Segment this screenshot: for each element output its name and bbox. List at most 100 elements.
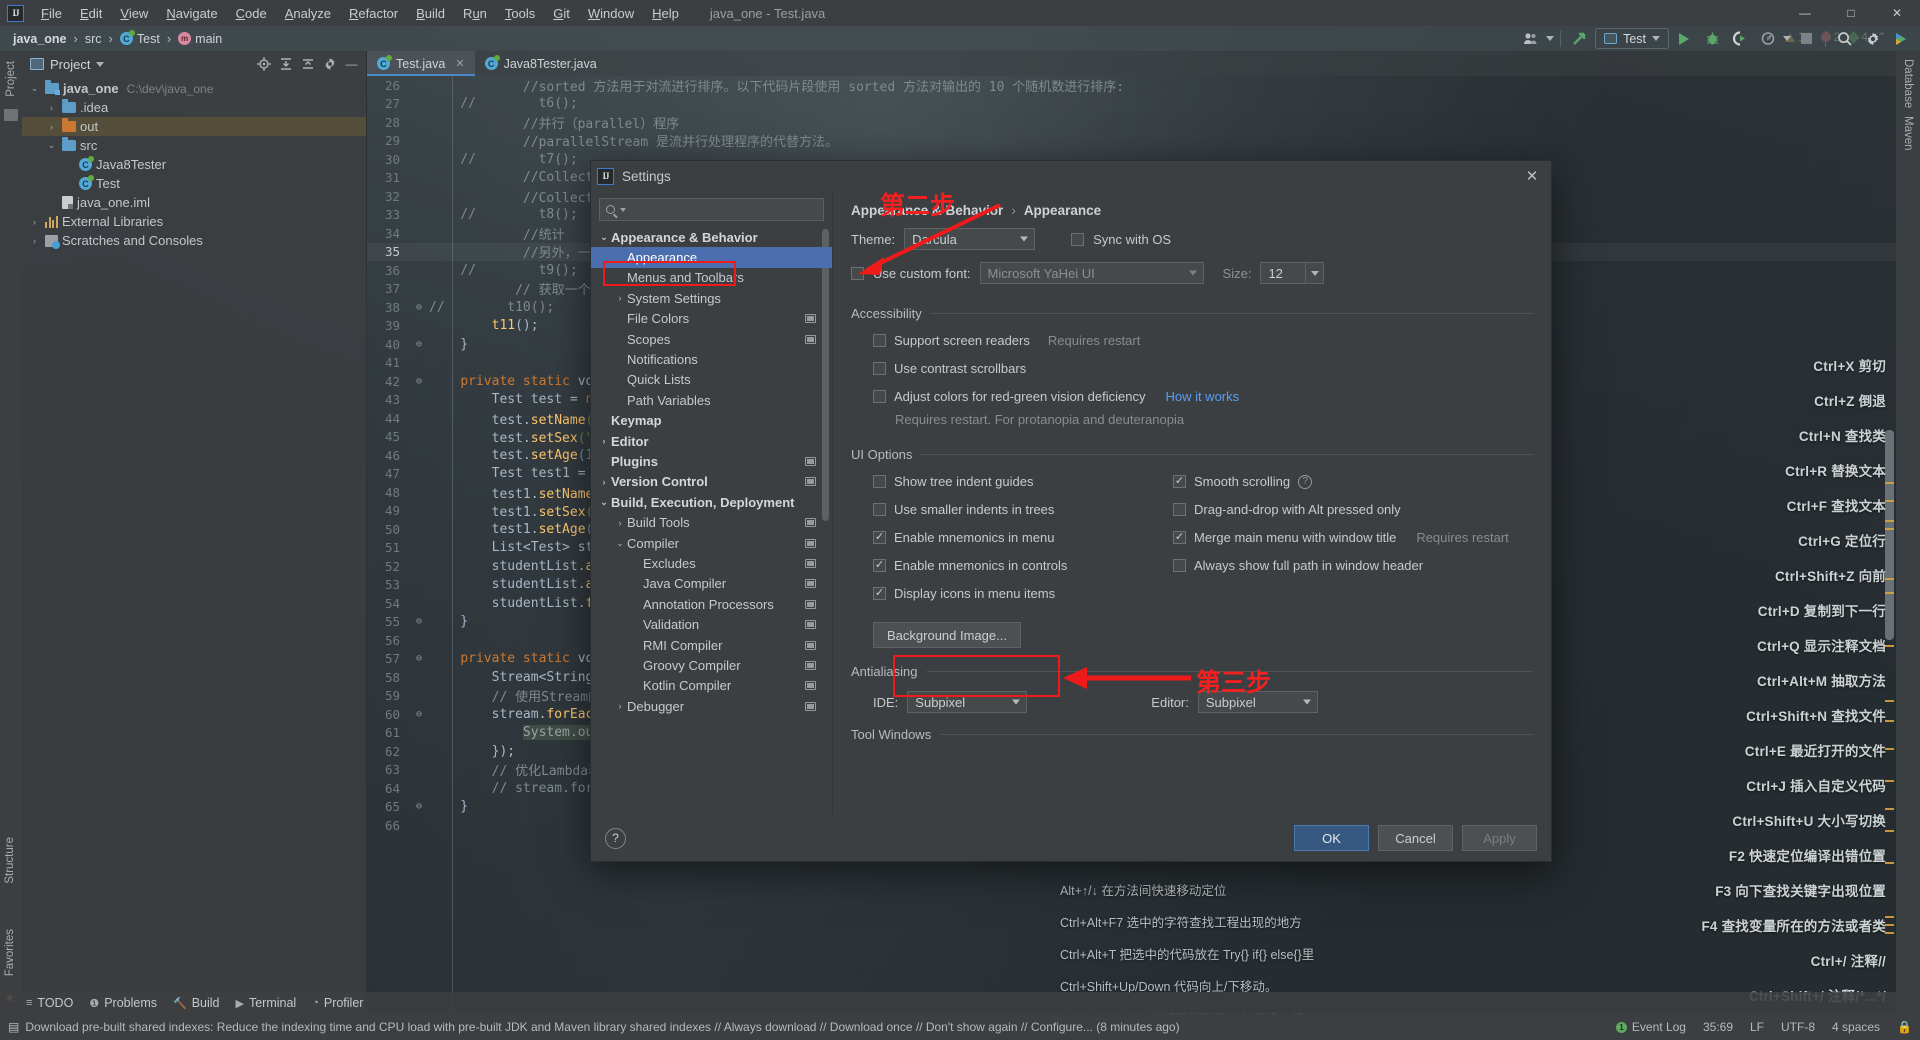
settings-tree-item[interactable]: Menus and Toolbars [591,268,832,288]
editor-marker[interactable] [1885,645,1894,647]
editor-marker[interactable] [1885,720,1894,722]
close-window-button[interactable]: ✕ [1874,0,1920,26]
twisty-icon[interactable]: › [613,518,627,528]
code-line[interactable]: 26 //sorted 方法用于对流进行排序。以下代码片段使用 sorted 方… [367,76,1896,95]
editor-antialiasing-select[interactable]: Subpixel [1197,691,1318,713]
settings-tree-item[interactable]: › System Settings [591,288,832,308]
twisty-icon[interactable]: › [613,293,627,303]
expand-all-icon[interactable] [275,54,296,75]
ui-option-checkbox[interactable] [1173,559,1186,572]
twisty-icon[interactable]: ⌄ [597,497,611,508]
editor-marker[interactable] [1885,780,1894,782]
twisty-icon[interactable]: › [45,122,58,132]
font-size-stepper[interactable]: 12 [1260,262,1325,284]
bottom-bar-terminal[interactable]: ▶ Terminal [235,996,296,1010]
font-family-select[interactable]: Microsoft YaHei UI [979,262,1204,284]
line-separator[interactable]: LF [1750,1020,1764,1034]
fold-marker-icon[interactable]: ⊖ [409,376,429,387]
menu-git[interactable]: Git [544,3,579,24]
project-tree-item[interactable]: › out [22,117,366,136]
ui-option-checkbox[interactable] [873,475,886,488]
theme-select[interactable]: Darcula [904,228,1036,250]
run-icon[interactable] [1671,28,1697,49]
settings-tree-item[interactable]: Excludes [591,553,832,573]
maximize-button[interactable]: □ [1828,0,1874,26]
help-button[interactable]: ? [605,827,626,849]
caret-position[interactable]: 35:69 [1703,1020,1733,1034]
project-tree-item[interactable]: C Test [22,174,366,193]
how-it-works-link[interactable]: How it works [1165,389,1239,404]
use-custom-font-checkbox[interactable] [851,266,864,280]
project-tree-item[interactable]: C Java8Tester [22,155,366,174]
twisty-icon[interactable]: ⌄ [45,140,58,151]
close-icon[interactable]: ✕ [1519,164,1545,188]
code-line[interactable]: 29 //parallelStream 是流并行处理程序的代替方法。 [367,132,1896,150]
background-image-button[interactable]: Background Image... [873,622,1021,648]
bottom-bar-build[interactable]: 🔨 Build [173,996,220,1010]
settings-tree-item[interactable]: ⌄ Build, Execution, Deployment [591,492,832,512]
project-tree-item[interactable]: ⌄ src [22,136,366,155]
strip-button-favorites[interactable]: Favorites [4,923,16,982]
profiler-icon[interactable] [1755,28,1781,49]
bottom-bar-profiler[interactable]: ◔ Profiler [312,996,363,1010]
menu-help[interactable]: Help [643,3,688,24]
editor-marker[interactable] [1885,830,1894,832]
editor-marker[interactable] [1885,578,1894,580]
menu-edit[interactable]: Edit [71,3,111,24]
settings-tree-item[interactable]: › Editor [591,431,832,451]
settings-search-box[interactable] [599,198,824,221]
project-tree-item[interactable]: › External Libraries [22,212,366,231]
settings-tree-item[interactable]: Annotation Processors [591,594,832,614]
editor-tab[interactable]: C Test.java ✕ [367,51,475,76]
project-panel-title[interactable]: Project [26,57,105,72]
strip-button-database[interactable]: Database [1902,59,1914,108]
editor-marker[interactable] [1885,592,1894,594]
editor-marker[interactable] [1885,748,1894,750]
settings-tree-item[interactable]: ⌄ Compiler [591,533,832,553]
menu-refactor[interactable]: Refactor [340,3,407,24]
ui-option-checkbox[interactable] [873,503,886,516]
bottom-bar-todo[interactable]: ≡ TODO [26,996,73,1010]
ui-option-checkbox[interactable] [1173,531,1186,544]
profiler-chevron-down-icon[interactable] [1783,36,1791,41]
editor-marker[interactable] [1885,528,1894,530]
file-encoding[interactable]: UTF-8 [1781,1020,1815,1034]
menu-analyze[interactable]: Analyze [276,3,340,24]
twisty-icon[interactable]: › [597,436,611,446]
editor-tab[interactable]: C Java8Tester.java [475,51,607,76]
settings-tree-item[interactable]: › Build Tools [591,512,832,532]
settings-tree-item[interactable]: Scopes [591,329,832,349]
settings-tree-item[interactable]: Java Compiler [591,574,832,594]
settings-tree-item[interactable]: Path Variables [591,390,832,410]
settings-tree-item[interactable]: RMI Compiler [591,635,832,655]
fold-marker-icon[interactable]: ⊖ [409,339,429,350]
code-line[interactable]: 27 // t6(); [367,95,1896,114]
close-tab-icon[interactable]: ✕ [455,57,464,70]
settings-tree-item[interactable]: Appearance [591,247,832,268]
twisty-icon[interactable]: › [28,236,41,246]
settings-tree-item[interactable]: Keymap [591,411,832,431]
editor-marker[interactable] [1885,520,1894,522]
settings-tree-item[interactable]: Notifications [591,349,832,369]
settings-tree-item[interactable]: Quick Lists [591,370,832,390]
project-tree-item[interactable]: › Scratches and Consoles [22,231,366,250]
apply-button[interactable]: Apply [1462,825,1537,851]
menu-navigate[interactable]: Navigate [157,3,226,24]
indent-setting[interactable]: 4 spaces [1832,1020,1880,1034]
settings-search-input[interactable] [631,202,817,217]
settings-tree-item[interactable]: Plugins [591,451,832,471]
editor-scrollbar-thumb[interactable] [1885,430,1894,640]
code-line[interactable]: 28 //并行（parallel）程序 [367,113,1896,132]
fold-marker-icon[interactable]: ⊖ [409,653,429,664]
ui-option-checkbox[interactable] [1173,475,1186,488]
fold-marker-icon[interactable]: ⊖ [409,302,429,313]
debug-icon[interactable] [1699,28,1725,49]
bottom-bar-problems[interactable]: ❶ Problems [89,996,157,1010]
sync-with-os-checkbox[interactable] [1071,232,1085,246]
editor-marker[interactable] [1885,932,1894,934]
project-tree-item[interactable]: java_one.iml [22,193,366,212]
font-size-chevron-down-icon[interactable] [1305,263,1323,283]
run-with-coverage-icon[interactable] [1727,28,1753,49]
help-icon[interactable]: ? [1298,474,1313,489]
editor-marker[interactable] [1885,862,1894,864]
